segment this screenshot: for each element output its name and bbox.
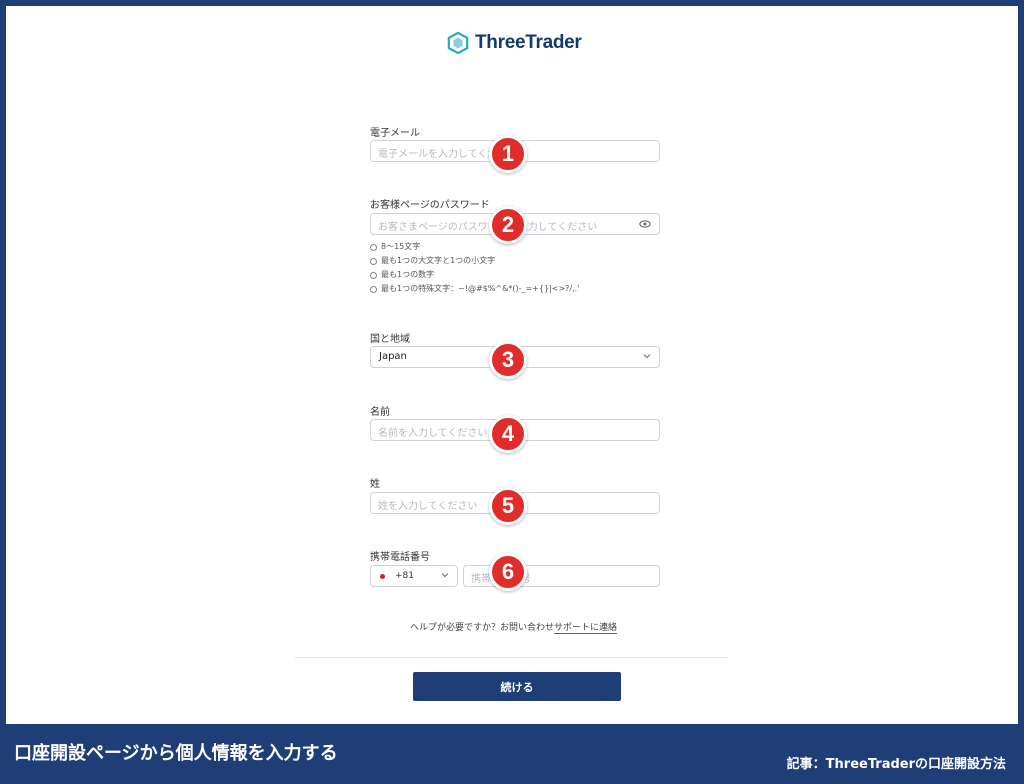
last-name-placeholder: 姓を入力してください — [378, 501, 478, 512]
password-rule: 最も1つの大文字と1つの小文字 — [370, 254, 579, 268]
step-badge-3: 3 — [489, 341, 527, 379]
phone-label: 携帯電話番号 — [370, 552, 430, 563]
password-label: お客様ページのパスワード — [370, 200, 490, 211]
step-badge-1: 1 — [489, 135, 527, 173]
country-code: +81 — [395, 571, 414, 581]
step-badge-6: 6 — [489, 553, 527, 591]
chevron-down-icon — [441, 573, 449, 578]
password-placeholder: お客さまページのパスワードを入力してください — [378, 222, 598, 233]
support-link[interactable]: サポートに連絡 — [554, 623, 618, 634]
check-circle-icon — [370, 243, 377, 251]
show-password-icon[interactable] — [639, 219, 651, 229]
country-code-select[interactable]: +81 — [370, 565, 458, 587]
brand-logo: ThreeTrader — [447, 28, 582, 58]
email-label: 電子メール — [370, 128, 420, 139]
help-prefix: ヘルプが必要ですか？お問い合わせ — [410, 623, 555, 633]
check-circle-icon — [370, 271, 377, 279]
step-badge-4: 4 — [489, 415, 527, 453]
divider — [295, 657, 728, 658]
first-name-placeholder: 名前を入力してください — [378, 428, 488, 439]
caption: 口座開設ページから個人情報を入力する — [14, 743, 338, 764]
continue-button[interactable]: 続ける — [413, 672, 621, 701]
step-badge-2: 2 — [489, 206, 527, 244]
last-name-label: 姓 — [370, 479, 380, 490]
password-rule: 最も1つの特殊文字：~!@#$%^&*()-_=+{}|<>?/,.' — [370, 282, 579, 296]
password-rule: 8～15文字 — [370, 240, 579, 254]
country-value: Japan — [379, 351, 407, 362]
logo-icon — [447, 32, 469, 54]
password-rules: 8～15文字 最も1つの大文字と1つの小文字 最も1つの数字 最も1つの特殊文字… — [370, 240, 579, 296]
check-circle-icon — [370, 285, 377, 293]
step-badge-5: 5 — [489, 487, 527, 525]
chevron-down-icon — [643, 354, 651, 359]
first-name-label: 名前 — [370, 407, 390, 418]
check-circle-icon — [370, 257, 377, 265]
password-rule: 最も1つの数字 — [370, 268, 579, 282]
article-reference: 記事：ThreeTraderの口座開設方法 — [786, 757, 1006, 772]
brand-name: ThreeTrader — [475, 32, 582, 53]
help-text: ヘルプが必要ですか？お問い合わせサポートに連絡 — [410, 620, 618, 634]
japan-flag-icon — [380, 574, 385, 579]
country-label: 国と地域 — [370, 334, 410, 345]
